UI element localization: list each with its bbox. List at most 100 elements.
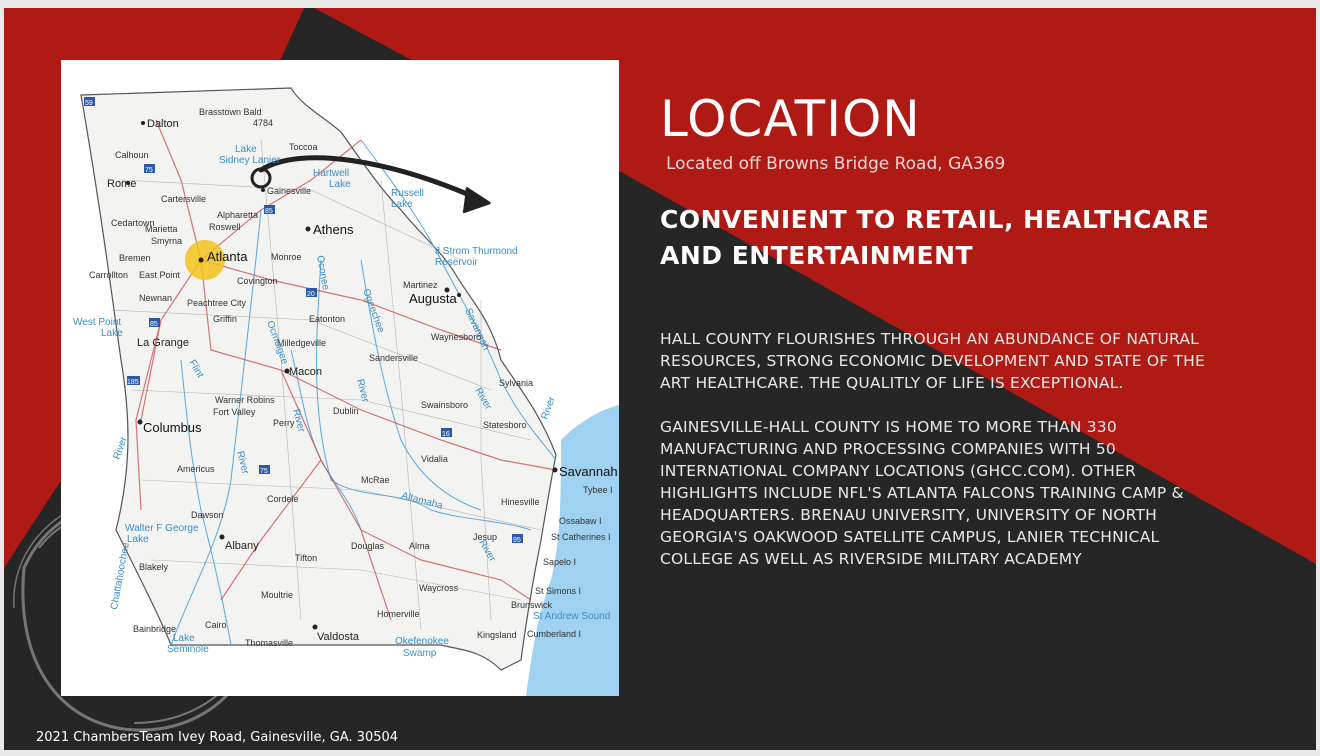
map-label-athens: Athens — [313, 222, 354, 237]
headline-line: AND ENTERTAINMENT — [660, 241, 974, 270]
map-label-cairo: Cairo — [205, 620, 227, 630]
headline: CONVENIENT TO RETAIL, HEALTHCARE AND ENT… — [660, 202, 1209, 274]
map-label-peachtree: Peachtree City — [187, 298, 247, 308]
map-label-cordele: Cordele — [267, 494, 299, 504]
map-label-valdosta: Valdosta — [317, 631, 360, 643]
map-label-sapelo: Sapelo I — [543, 557, 576, 567]
map-label-russell-2: Lake — [391, 199, 413, 210]
map-label-alma: Alma — [409, 541, 430, 551]
map-label-bremen: Bremen — [119, 253, 151, 263]
map-label-gainesville: Gainesville — [267, 186, 311, 196]
map-label-east-point: East Point — [139, 270, 181, 280]
map-label-roswell: Roswell — [209, 222, 241, 232]
paragraph-companies: GAINESVILLE-HALL COUNTY IS HOME TO MORE … — [660, 416, 1260, 570]
map-label-dublin: Dublin — [333, 406, 359, 416]
map-label-russell: Russell — [391, 188, 424, 199]
map-label-lake-seminole-2: Seminole — [167, 644, 209, 655]
map-label-atlanta: Atlanta — [207, 249, 248, 264]
paragraph-line: INTERNATIONAL COMPANY LOCATIONS (GHCC.CO… — [660, 462, 1136, 480]
highway-85-south-label: 85 — [150, 321, 158, 328]
map-label-americus: Americus — [177, 464, 215, 474]
slide-title: LOCATION — [660, 90, 921, 148]
highway-75-north-label: 75 — [145, 167, 153, 174]
paragraph-line: COLLEGE AS WELL AS RIVERSIDE MILITARY AC… — [660, 550, 1082, 568]
map-label-cumberland: Cumberland I — [527, 629, 581, 639]
map-label-martinez: Martinez — [403, 280, 438, 290]
map-label-warner-robins: Warner Robins — [215, 395, 275, 405]
map-label-macon: Macon — [289, 366, 322, 378]
map-label-brasstown-elev: 4784 — [253, 118, 273, 128]
map-label-dawson: Dawson — [191, 510, 224, 520]
map-label-lake-sidney: Lake — [235, 144, 257, 155]
map-label-sandersville: Sandersville — [369, 353, 418, 363]
map-label-walter-george-2: Lake — [127, 534, 149, 545]
headline-line: CONVENIENT TO RETAIL, HEALTHCARE — [660, 205, 1210, 234]
map-label-dalton: Dalton — [147, 118, 179, 130]
map-label-smyrna: Smyrna — [151, 236, 182, 246]
map-label-douglas: Douglas — [351, 541, 385, 551]
map-label-carrollton: Carrollton — [89, 270, 128, 280]
map-label-savannah: Savannah — [559, 464, 618, 479]
map-label-sylvania: Sylvania — [499, 378, 533, 388]
map-label-moultrie: Moultrie — [261, 590, 293, 600]
map-label-waynesboro: Waynesboro — [431, 332, 481, 342]
map-label-perry: Perry — [273, 418, 295, 428]
map-label-griffin: Griffin — [213, 314, 237, 324]
slide-subtitle: Located off Browns Bridge Road, GA369 — [666, 154, 1006, 174]
map-label-blakely: Blakely — [139, 562, 169, 572]
map-label-la-grange: La Grange — [137, 337, 189, 349]
paragraph-line: HEADQUARTERS. BRENAU UNIVERSITY, UNIVERS… — [660, 506, 1157, 524]
map-label-eatonton: Eatonton — [309, 314, 345, 324]
paragraph-line: HALL COUNTY FLOURISHES THROUGH AN ABUNDA… — [660, 330, 1199, 348]
paragraph-line: ART HEALTHCARE. THE QUALITLY OF LIFE IS … — [660, 374, 1124, 392]
map-label-tifton: Tifton — [295, 553, 317, 563]
map-label-swainsboro: Swainsboro — [421, 400, 468, 410]
map-label-columbus: Columbus — [143, 420, 202, 435]
map-label-hartwell-2: Lake — [329, 179, 351, 190]
paragraph-line: RESOURCES, STRONG ECONOMIC DEVELOPMENT A… — [660, 352, 1205, 370]
map-label-covington: Covington — [237, 276, 278, 286]
paragraph-line: MANUFACTURING AND PROCESSING COMPANIES W… — [660, 440, 1116, 458]
map-label-statesboro: Statesboro — [483, 420, 527, 430]
map-label-okefenokee-2: Swamp — [403, 648, 437, 659]
map-label-calhoun: Calhoun — [115, 150, 149, 160]
highway-185-label: 185 — [127, 379, 139, 386]
highway-20-label: 20 — [307, 291, 315, 298]
highway-59-label: 59 — [85, 100, 93, 107]
map-label-monroe: Monroe — [271, 252, 302, 262]
map-label-cartersville: Cartersville — [161, 194, 206, 204]
map-label-ossabaw: Ossabaw I — [559, 516, 602, 526]
highway-85-north-label: 85 — [265, 208, 273, 215]
map-label-homerville: Homerville — [377, 609, 420, 619]
map-label-bainbridge: Bainbridge — [133, 624, 176, 634]
map-label-hinesville: Hinesville — [501, 497, 540, 507]
map-label-newnan: Newnan — [139, 293, 172, 303]
paragraph-line: GAINESVILLE-HALL COUNTY IS HOME TO MORE … — [660, 418, 1117, 436]
highway-75-south-label: 75 — [260, 468, 268, 475]
map-label-lake-sidney-2: Sidney Lanier — [219, 155, 281, 166]
map-label-alpharetta: Alpharetta — [217, 210, 258, 220]
map-label-tybee: Tybee I — [583, 485, 613, 495]
map-label-hartwell: Hartwell — [313, 168, 349, 179]
map-label-mcrae: McRae — [361, 475, 390, 485]
map-label-brasstown: Brasstown Bald — [199, 107, 262, 117]
georgia-map-graphic: 59 75 85 20 85 185 75 16 95 Brasstown Ba… — [61, 60, 619, 696]
map-label-okefenokee: Okefenokee — [395, 636, 449, 647]
map-label-fort-valley: Fort Valley — [213, 407, 256, 417]
map-label-thomasville: Thomasville — [245, 638, 293, 648]
map-label-toccoa: Toccoa — [289, 142, 318, 152]
map-label-albany: Albany — [225, 540, 259, 552]
map-label-lake-seminole: Lake — [173, 633, 195, 644]
map-label-vidalia: Vidalia — [421, 454, 448, 464]
map-label-walter-george: Walter F George — [125, 523, 199, 534]
slide: 59 75 85 20 85 185 75 16 95 Brasstown Ba… — [4, 8, 1316, 750]
paragraph-line: GEORGIA'S OAKWOOD SATELLITE CAMPUS, LANI… — [660, 528, 1160, 546]
highway-16-label: 16 — [442, 431, 450, 438]
map-label-marietta: Marietta — [145, 224, 178, 234]
paragraph-line: HIGHLIGHTS INCLUDE NFL'S ATLANTA FALCONS… — [660, 484, 1184, 502]
map-label-strom-2: Reservoir — [435, 257, 478, 268]
map-label-st-catherines: St Catherines I — [551, 532, 611, 542]
map-label-west-point-2: Lake — [101, 328, 123, 339]
map-label-st-andrew: St Andrew Sound — [533, 611, 610, 622]
map-label-brunswick: Brunswick — [511, 600, 553, 610]
